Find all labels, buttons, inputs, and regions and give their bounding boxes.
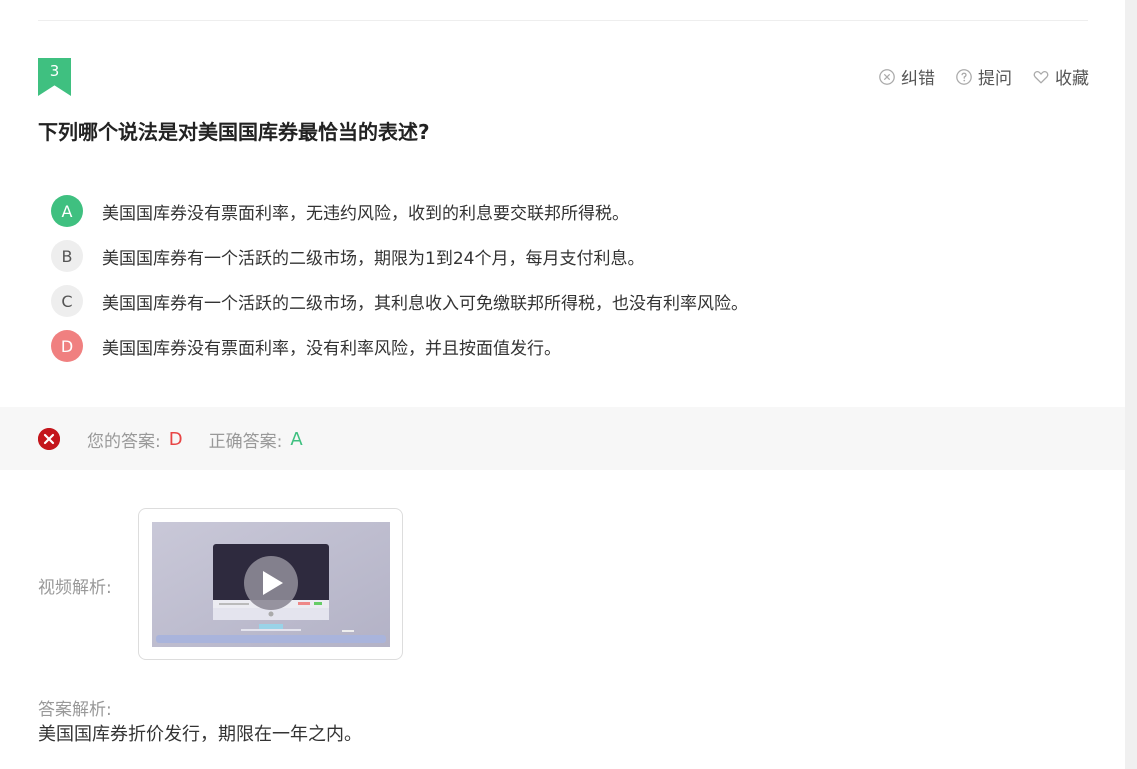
option-letter: D: [51, 330, 83, 362]
video-thumbnail-illustration: [152, 522, 390, 647]
question-number-badge: 3: [38, 58, 71, 96]
report-error-label: 纠错: [901, 69, 935, 89]
top-divider: [38, 20, 1088, 21]
scrollbar-track[interactable]: [1125, 0, 1137, 769]
question-circle-icon: [956, 68, 972, 85]
option-letter: C: [51, 285, 83, 317]
correct-answer-value: A: [290, 429, 303, 450]
answer-analysis-label: 答案解析:: [38, 700, 112, 720]
close-circle-icon: [879, 68, 895, 85]
correct-answer-label: 正确答案:: [208, 432, 283, 452]
question-toolbar: 纠错 提问 收藏: [878, 64, 1089, 89]
answer-line: 您的答案: D 正确答案: A: [87, 427, 303, 452]
option-text: 美国国库券有一个活跃的二级市场，期限为1到24个月，每月支付利息。: [102, 248, 645, 269]
wrong-answer-icon: [38, 428, 60, 450]
options-list: A 美国国库券没有票面利率，无违约风险，收到的利息要交联邦所得税。 B 美国国库…: [51, 195, 748, 375]
option-text: 美国国库券有一个活跃的二级市场，其利息收入可免缴联邦所得税，也没有利率风险。: [102, 293, 748, 314]
video-thumbnail[interactable]: [152, 522, 390, 647]
option-text: 美国国库券没有票面利率，没有利率风险，并且按面值发行。: [102, 338, 561, 359]
answer-result-bar: 您的答案: D 正确答案: A: [0, 407, 1125, 470]
option-c[interactable]: C 美国国库券有一个活跃的二级市场，其利息收入可免缴联邦所得税，也没有利率风险。: [51, 285, 748, 317]
question-text: 下列哪个说法是对美国国库券最恰当的表述?: [38, 120, 430, 144]
question-page: 3 纠错 提问 收藏 下列哪个说法是对美国国库券最恰当的表述? A 美国国库券没…: [0, 0, 1137, 769]
answer-analysis-text: 美国国库券折价发行，期限在一年之内。: [38, 724, 362, 745]
video-analysis-label: 视频解析:: [38, 578, 112, 598]
your-answer-value: D: [168, 429, 183, 450]
video-analysis-card[interactable]: [138, 508, 403, 660]
heart-icon: [1033, 70, 1049, 83]
option-d[interactable]: D 美国国库券没有票面利率，没有利率风险，并且按面值发行。: [51, 330, 748, 362]
ask-question-button[interactable]: 提问: [955, 64, 1012, 89]
option-b[interactable]: B 美国国库券有一个活跃的二级市场，期限为1到24个月，每月支付利息。: [51, 240, 748, 272]
report-error-button[interactable]: 纠错: [878, 64, 935, 89]
option-text: 美国国库券没有票面利率，无违约风险，收到的利息要交联邦所得税。: [102, 203, 629, 224]
favorite-label: 收藏: [1055, 69, 1089, 89]
ask-question-label: 提问: [978, 69, 1012, 89]
option-letter: A: [51, 195, 83, 227]
favorite-button[interactable]: 收藏: [1032, 64, 1089, 89]
your-answer-label: 您的答案:: [87, 432, 161, 452]
option-letter: B: [51, 240, 83, 272]
option-a[interactable]: A 美国国库券没有票面利率，无违约风险，收到的利息要交联邦所得税。: [51, 195, 748, 227]
